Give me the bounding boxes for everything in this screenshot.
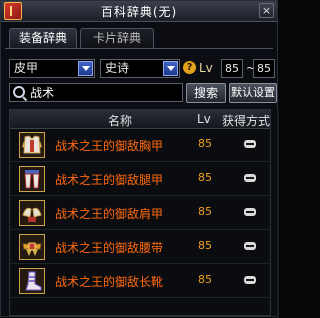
list-header: 名称 Lv 获得方式 [10, 110, 270, 129]
item-level: 85 [198, 273, 212, 286]
search-field[interactable] [9, 83, 183, 102]
item-level: 85 [198, 171, 212, 184]
item-name: 战术之王的御敌长靴 [55, 275, 164, 289]
chevron-down-icon[interactable] [163, 61, 178, 76]
item-name: 战术之王的御敌腰带 [55, 241, 164, 255]
reset-default-button[interactable]: 默认设置 [229, 83, 277, 103]
minus-icon [244, 174, 256, 182]
level-label: Lv [199, 61, 213, 75]
leg-armor-icon [19, 166, 45, 192]
shoulder-armor-icon [19, 200, 45, 226]
item-list: 名称 Lv 获得方式 战术之王的御敌胸甲 85 战术之王的御敌腿甲 85 战术之… [9, 109, 271, 316]
chevron-down-icon[interactable] [78, 61, 93, 76]
item-level: 85 [198, 205, 212, 218]
type-select-value: 皮甲 [14, 61, 39, 75]
help-icon[interactable]: ? [183, 61, 196, 74]
tab-card-dictionary[interactable]: 卡片辞典 [80, 28, 154, 48]
minus-icon [244, 140, 256, 148]
belt-icon [19, 234, 45, 260]
tab-divider [5, 48, 273, 49]
list-item[interactable]: 战术之王的御敌腰带 85 [10, 230, 270, 264]
scrollbar[interactable] [277, 109, 279, 318]
level-min-input[interactable]: 85 [221, 59, 243, 78]
item-name: 战术之王的御敌腿甲 [55, 173, 164, 187]
title-bar[interactable]: 百科辞典(无) × [1, 1, 277, 22]
search-button[interactable]: 搜索 [186, 83, 226, 103]
search-input[interactable] [30, 84, 180, 101]
chest-armor-icon [19, 132, 45, 158]
column-acquire: 获得方式 [222, 114, 271, 128]
tab-equipment-dictionary[interactable]: 装备辞典 [9, 28, 77, 48]
window-title: 百科辞典(无) [100, 5, 178, 19]
minus-icon [244, 208, 256, 216]
list-item[interactable]: 战术之王的御敌长靴 85 [10, 264, 270, 298]
column-name: 名称 [108, 114, 133, 128]
item-level: 85 [198, 239, 212, 252]
boots-icon [19, 268, 45, 294]
item-level: 85 [198, 137, 212, 150]
rarity-select[interactable]: 史诗 [100, 59, 180, 78]
level-max-input[interactable]: 85 [253, 59, 275, 78]
list-item[interactable]: 战术之王的御敌腿甲 85 [10, 162, 270, 196]
list-item[interactable]: 战术之王的御敌胸甲 85 [10, 128, 270, 162]
type-select[interactable]: 皮甲 [9, 59, 95, 78]
minus-icon [244, 276, 256, 284]
rarity-select-value: 史诗 [105, 61, 130, 75]
item-name: 战术之王的御敌肩甲 [55, 207, 164, 221]
minus-icon [244, 242, 256, 250]
encyclopedia-window: 百科辞典(无) × 装备辞典 卡片辞典 皮甲 史诗 ? Lv 85 ~ 85 搜… [0, 0, 279, 318]
search-icon [13, 86, 25, 98]
list-item[interactable]: 战术之王的御敌肩甲 85 [10, 196, 270, 230]
item-name: 战术之王的御敌胸甲 [55, 139, 164, 153]
column-level: Lv [197, 112, 211, 126]
close-button[interactable]: × [259, 3, 274, 18]
